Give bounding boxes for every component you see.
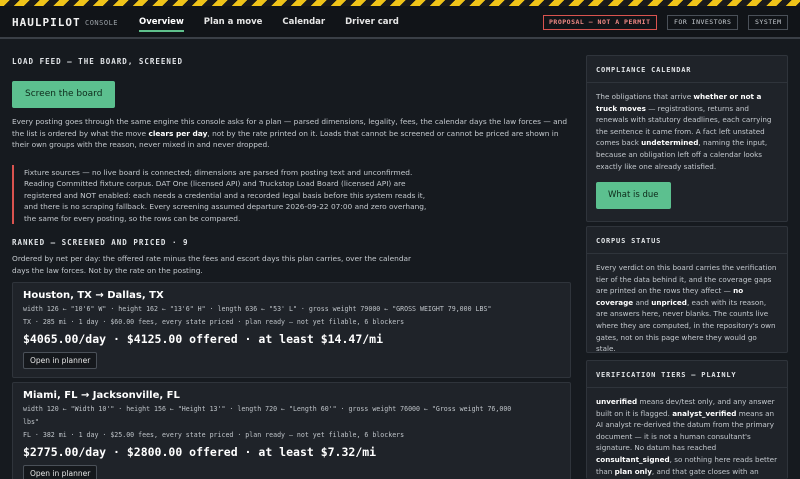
brand-subtitle: CONSOLE: [85, 19, 119, 27]
text: and: [633, 297, 652, 307]
ranked-heading: RANKED — SCREENED AND PRICED · 9: [12, 238, 189, 247]
emphasis: analyst_verified: [672, 408, 737, 418]
emphasis: unverified: [596, 397, 638, 406]
ranked-desc-line: days the law forces. Not by the rate on …: [12, 265, 203, 275]
dimensions-line-continued: lbs": [23, 418, 39, 426]
emphasis: unpriced: [651, 297, 687, 307]
fixture-notice: Fixture sources — no live board is conne…: [12, 164, 575, 224]
nav-driver-card[interactable]: Driver card: [345, 6, 399, 39]
top-bar: HAULPILOT CONSOLE Overview Plan a move C…: [0, 6, 800, 39]
corpus-status-panel: CORPUS STATUS Every verdict on this boar…: [586, 226, 788, 353]
text: Every verdict on this board carries the …: [596, 263, 777, 296]
nav-overview[interactable]: Overview: [139, 6, 184, 39]
divider: [587, 387, 787, 388]
corpus-title: CORPUS STATUS: [596, 237, 662, 245]
compliance-description: The obligations that arrive whether or n…: [596, 91, 778, 172]
screen-board-button[interactable]: Screen the board: [12, 81, 116, 108]
tiers-title: VERIFICATION TIERS — PLAINLY: [596, 371, 737, 379]
notice-line: registered and NOT enabled: each needs a…: [24, 190, 426, 200]
for-investors-button[interactable]: FOR INVESTORS: [667, 15, 739, 30]
intro-paragraph: Every posting goes through the same engi…: [12, 116, 575, 151]
meta-line: FL · 382 mi · 1 day · $25.00 fees, every…: [23, 431, 405, 439]
notice-line: and there is no scraping fallback. Every…: [24, 202, 427, 211]
text: The obligations that arrive: [596, 92, 694, 101]
emphasis: undetermined: [641, 138, 699, 148]
compliance-title: COMPLIANCE CALENDAR: [596, 66, 692, 74]
load-card: Miami, FL → Jacksonville, FL width 120 ←…: [12, 382, 571, 479]
open-in-planner-button[interactable]: Open in planner: [23, 465, 98, 479]
route-title: Miami, FL → Jacksonville, FL: [23, 390, 180, 401]
emphasis: consultant_signed: [596, 454, 670, 464]
what-is-due-button[interactable]: What is due: [596, 182, 671, 210]
divider: [587, 82, 787, 83]
open-in-planner-button[interactable]: Open in planner: [23, 352, 98, 369]
load-card: Houston, TX → Dallas, TX width 126 ← "10…: [12, 282, 571, 378]
notice-line: Fixture sources — no live board is conne…: [24, 167, 413, 177]
tiers-description: unverified means dev/test only, and any …: [596, 396, 778, 477]
main-nav: Overview Plan a move Calendar Driver car…: [139, 6, 419, 39]
ranked-description: Ordered by net per day: the offered rate…: [12, 253, 575, 276]
emphasis: plan only: [614, 466, 652, 476]
nav-calendar[interactable]: Calendar: [282, 6, 325, 39]
text: , and that gate closes with an: [651, 466, 759, 476]
price-line: $2775.00/day · $2800.00 offered · at lea…: [23, 445, 377, 459]
system-button[interactable]: SYSTEM: [748, 15, 789, 30]
intro-emphasis: clears per day: [148, 128, 208, 138]
corpus-description: Every verdict on this board carries the …: [596, 262, 778, 355]
notice-line: Reading Committed fixture corpus. DAT On…: [24, 179, 406, 188]
main-content: LOAD FEED — THE BOARD, SCREENED Screen t…: [12, 57, 575, 479]
ranked-desc-line: Ordered by net per day: the offered rate…: [12, 254, 412, 263]
load-feed-heading: LOAD FEED — THE BOARD, SCREENED: [12, 57, 183, 66]
dimensions-line: width 126 ← "10'6" W" · height 162 ← "13…: [23, 305, 492, 313]
dimensions-line: width 120 ← "Width 10'" · height 156 ← "…: [23, 405, 512, 413]
meta-line: TX · 285 mi · 1 day · $60.00 fees, every…: [23, 318, 405, 326]
route-title: Houston, TX → Dallas, TX: [23, 290, 164, 301]
price-line: $4065.00/day · $4125.00 offered · at lea…: [23, 332, 384, 346]
compliance-calendar-panel: COMPLIANCE CALENDAR The obligations that…: [586, 55, 788, 222]
brand-logo[interactable]: HAULPILOT: [12, 16, 81, 29]
verification-tiers-panel: VERIFICATION TIERS — PLAINLY unverified …: [586, 360, 788, 479]
nav-plan-a-move[interactable]: Plan a move: [204, 6, 263, 39]
notice-line: the same for every posting, so the rows …: [24, 213, 241, 223]
proposal-warning-badge: PROPOSAL — NOT A PERMIT: [543, 15, 657, 30]
divider: [587, 253, 787, 254]
